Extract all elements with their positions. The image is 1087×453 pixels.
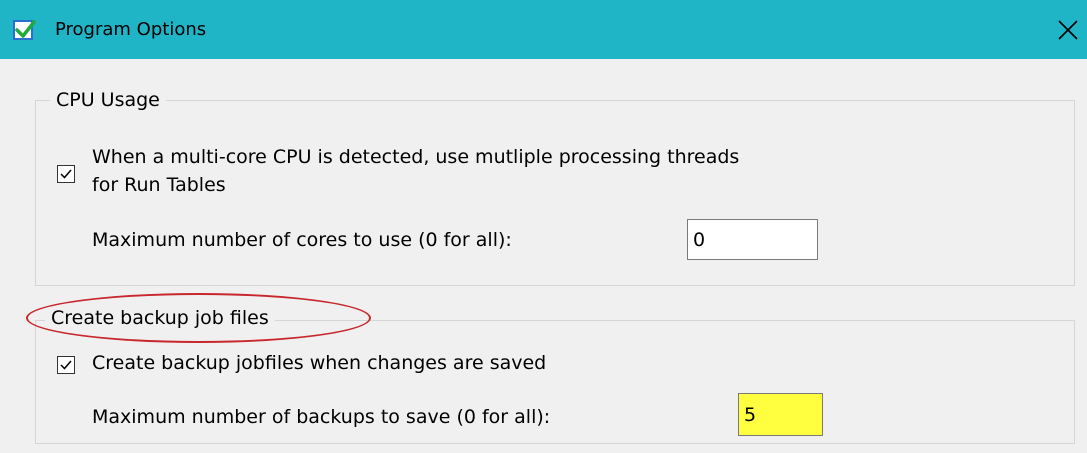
close-button[interactable] — [1052, 14, 1084, 46]
max-backups-label: Maximum number of backups to save (0 for… — [92, 406, 551, 428]
close-icon — [1058, 20, 1078, 40]
program-options-dialog: Program Options CPU Usage When a multi-c… — [0, 0, 1087, 453]
cpu-usage-legend: CPU Usage — [50, 88, 166, 112]
multicore-threads-label-line2[interactable]: for Run Tables — [92, 171, 226, 199]
multicore-threads-label-line1[interactable]: When a multi-core CPU is detected, use m… — [92, 143, 739, 171]
create-backups-label[interactable]: Create backup jobfiles when changes are … — [92, 349, 546, 377]
title-bar[interactable]: Program Options — [0, 0, 1087, 59]
max-cores-label: Maximum number of cores to use (0 for al… — [92, 229, 512, 251]
max-cores-input[interactable] — [687, 219, 818, 260]
checkmark-icon — [60, 360, 72, 370]
window-title: Program Options — [55, 19, 207, 40]
multicore-threads-checkbox[interactable] — [57, 165, 75, 183]
checkmark-app-icon — [13, 20, 36, 40]
checkmark-icon — [60, 169, 72, 179]
max-backups-input[interactable] — [738, 393, 823, 436]
annotation-ellipse — [26, 293, 371, 343]
create-backups-checkbox[interactable] — [57, 356, 75, 374]
